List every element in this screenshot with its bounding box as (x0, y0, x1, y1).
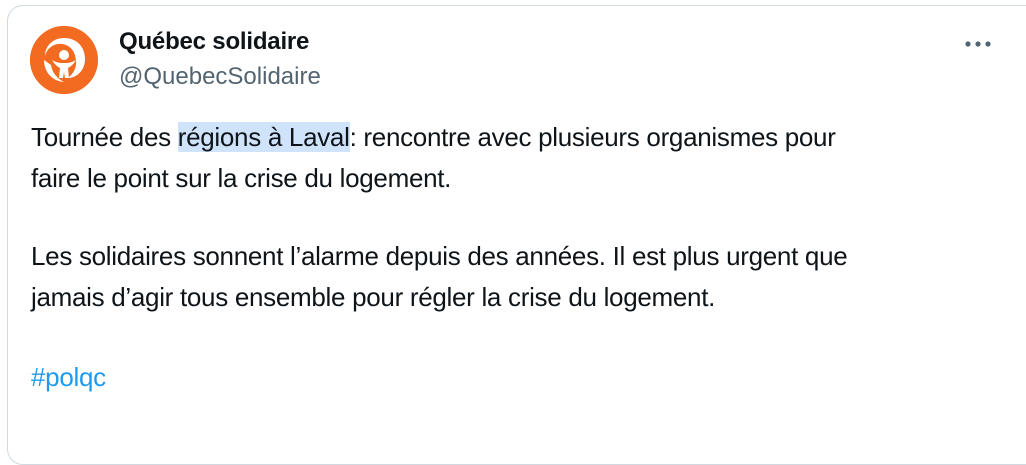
avatar[interactable] (30, 26, 98, 94)
hashtag-link[interactable]: #polqc (31, 362, 106, 392)
more-horizontal-icon (965, 41, 991, 47)
tweet-line: jamais d’agir tous ensemble pour régler … (31, 282, 716, 312)
tweet-line: faire le point sur la crise du logement. (31, 163, 452, 193)
tweet-paragraph-1: Tournée des régions à Laval: rencontre a… (31, 117, 1001, 199)
author-handle[interactable]: @QuebecSolidaire (119, 63, 321, 91)
tweet-text: : rencontre avec plusieurs organismes po… (349, 122, 836, 152)
tweet-line: Tournée des régions à Laval: rencontre a… (31, 117, 1001, 158)
more-options-button[interactable] (958, 28, 998, 60)
tweet-paragraph-2: Les solidaires sonnent l’alarme depuis d… (31, 236, 1001, 318)
selected-text: régions à Laval (177, 122, 350, 152)
tweet-text: Tournée des (31, 122, 178, 152)
tweet-hashtags: #polqc (31, 357, 1001, 398)
author-display-name[interactable]: Québec solidaire (119, 28, 309, 56)
tweet-line: Les solidaires sonnent l’alarme depuis d… (31, 241, 848, 271)
quebec-solidaire-logo-icon (30, 26, 98, 94)
